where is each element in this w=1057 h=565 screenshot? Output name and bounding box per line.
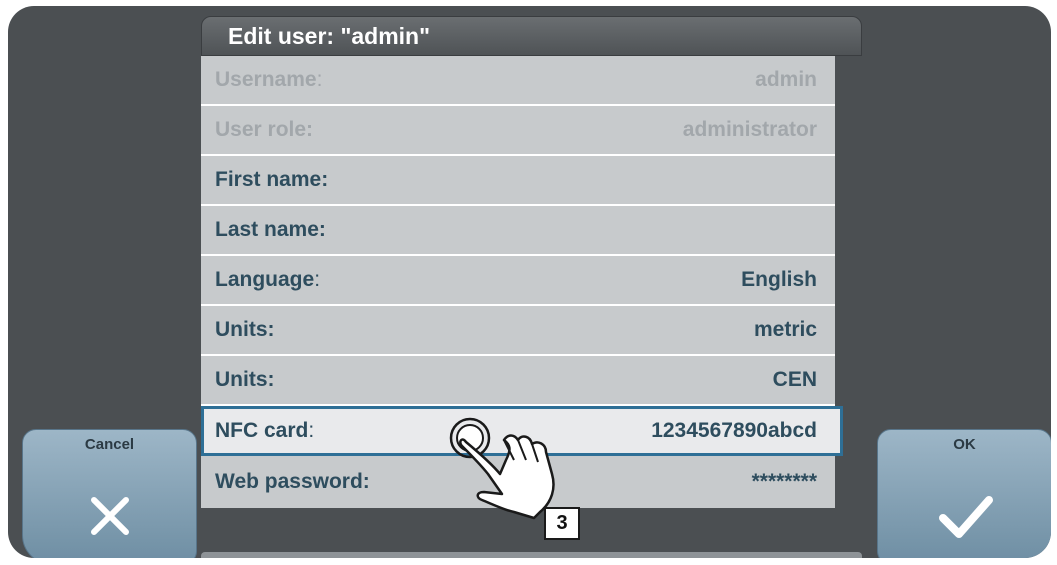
dialog-footer (201, 552, 862, 558)
step-callout-badge: 3 (544, 507, 580, 540)
username-colon: : (316, 68, 323, 91)
user-role-label: User role: (215, 118, 314, 141)
cancel-button[interactable]: Cancel (22, 429, 197, 558)
first-name-row[interactable]: First name: (201, 156, 835, 206)
username-value: admin (755, 68, 817, 91)
close-x-icon (90, 497, 129, 535)
units-value: metric (753, 318, 817, 341)
language-row[interactable]: Language: English (201, 256, 835, 306)
units-standard-label: Units: (215, 368, 275, 391)
units-standard-value: CEN (772, 368, 817, 391)
ok-button[interactable]: OK (877, 429, 1051, 558)
username-row: Username: admin (201, 56, 835, 106)
web-password-value: ******** (751, 470, 817, 493)
username-label: Username (215, 68, 317, 91)
last-name-row[interactable]: Last name: (201, 206, 835, 256)
nfc-card-label: NFC card (215, 419, 309, 442)
nfc-card-colon: : (308, 419, 315, 442)
first-name-label: First name: (215, 168, 329, 191)
web-password-label: Web password: (215, 470, 370, 493)
ok-button-label: OK (953, 436, 976, 453)
device-screen: Edit user: "admin" Username: admin User … (8, 6, 1051, 558)
language-colon: : (314, 268, 321, 291)
user-role-value: administrator (682, 118, 817, 141)
nfc-card-value: 1234567890abcd (651, 419, 817, 442)
checkmark-icon (938, 496, 993, 538)
language-label: Language (215, 268, 315, 291)
units-row[interactable]: Units: metric (201, 306, 835, 356)
units-label: Units: (215, 318, 275, 341)
last-name-label: Last name: (215, 218, 326, 241)
units-standard-row[interactable]: Units: CEN (201, 356, 835, 406)
language-value: English (741, 268, 817, 291)
user-role-row: User role: administrator (201, 106, 835, 156)
cancel-button-label: Cancel (84, 436, 135, 453)
dialog-title: Edit user: "admin" (228, 23, 431, 49)
dialog-header: Edit user: "admin" (201, 16, 862, 56)
